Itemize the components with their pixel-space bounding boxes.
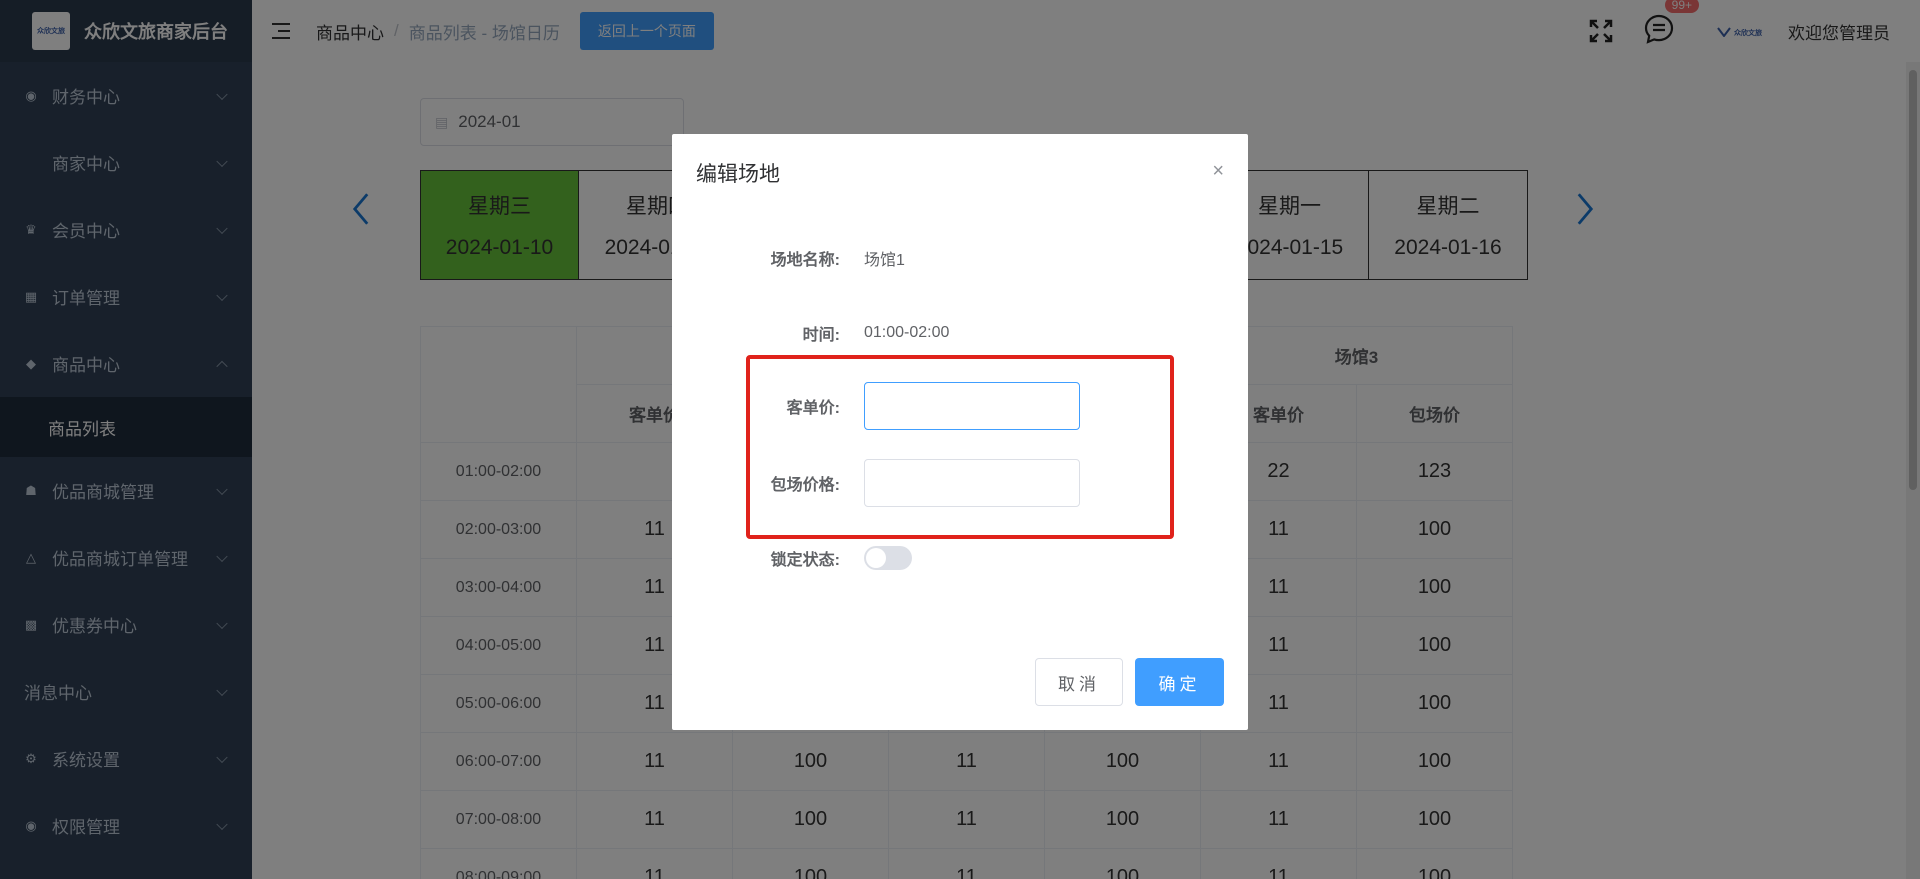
venue-name-value: 场馆1 xyxy=(864,252,905,269)
cancel-button[interactable]: 取消 xyxy=(1035,658,1123,706)
confirm-button[interactable]: 确定 xyxy=(1135,658,1224,706)
close-icon[interactable]: × xyxy=(1212,160,1224,183)
lock-label: 锁定状态: xyxy=(770,552,840,569)
time-value: 01:00-02:00 xyxy=(864,324,950,341)
dialog-title: 编辑场地 xyxy=(696,163,780,186)
time-label: 时间: xyxy=(802,327,840,344)
venue-name-label: 场地名称: xyxy=(770,252,840,269)
lock-toggle[interactable] xyxy=(864,546,912,570)
venue-name-row: 场地名称: 场馆1 xyxy=(672,246,1248,270)
highlight-box xyxy=(746,355,1174,539)
time-row: 时间: 01:00-02:00 xyxy=(672,321,1248,345)
lock-row: 锁定状态: xyxy=(672,546,1248,570)
